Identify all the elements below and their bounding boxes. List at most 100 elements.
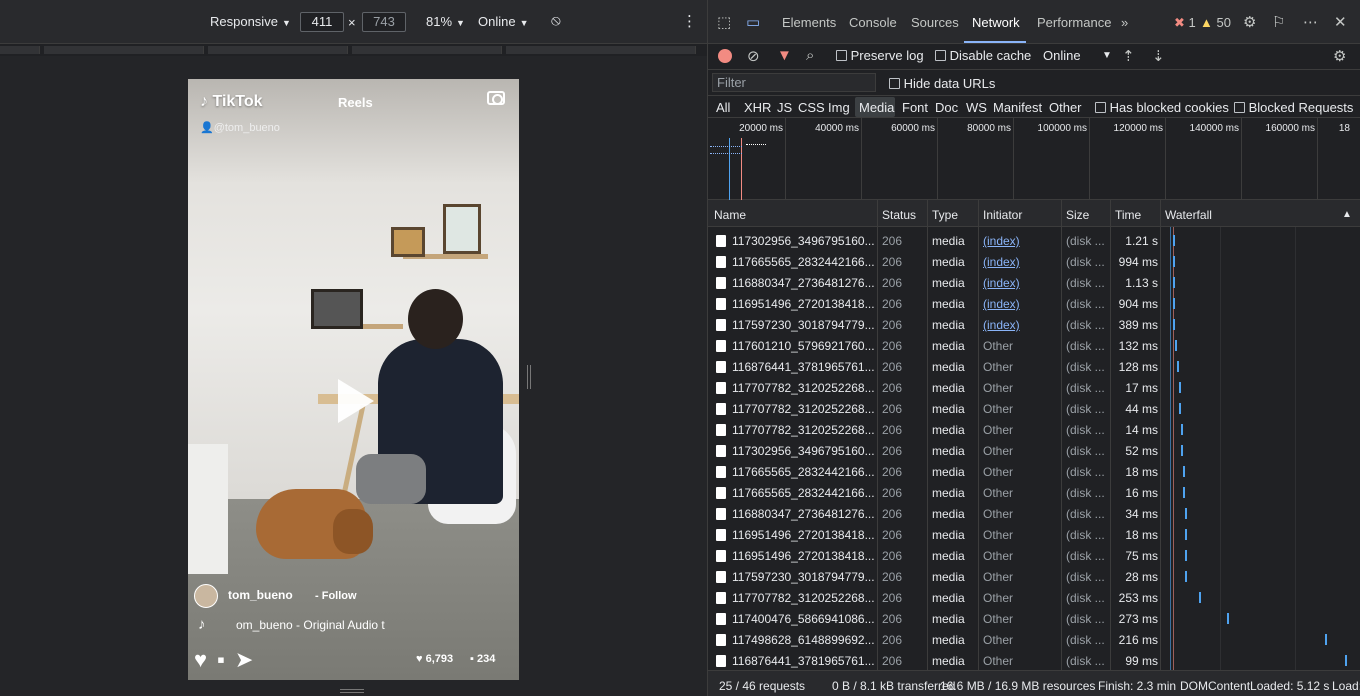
clear-icon[interactable]: ⊘	[747, 47, 760, 65]
avatar[interactable]	[194, 584, 218, 608]
request-initiator[interactable]: (index)	[983, 255, 1020, 269]
table-row[interactable]: 117707782_3120252268... 206 media Other (dis…	[708, 398, 1360, 419]
filter-js[interactable]: JS	[777, 100, 792, 115]
filter-ws[interactable]: WS	[966, 100, 987, 115]
height-input[interactable]: 743	[362, 12, 406, 32]
search-icon[interactable]: ⌕	[806, 47, 814, 64]
preserve-log-checkbox[interactable]: Preserve log	[836, 48, 924, 63]
play-icon[interactable]	[338, 379, 374, 423]
waterfall-bar	[1199, 592, 1202, 603]
hide-data-urls-checkbox[interactable]: Hide data URLs	[889, 76, 995, 91]
resize-handle-bottom[interactable]	[340, 689, 364, 693]
author-handle[interactable]: 👤@tom_bueno	[200, 121, 280, 134]
table-row[interactable]: 117597230_3018794779... 206 media Other (dis…	[708, 566, 1360, 587]
zoom-select[interactable]: 81% ▼	[426, 14, 465, 29]
request-initiator[interactable]: (index)	[983, 297, 1020, 311]
filter-doc[interactable]: Doc	[935, 100, 958, 115]
filter-media[interactable]: Media	[859, 100, 894, 115]
error-badge[interactable]: ✖ 1	[1174, 15, 1196, 31]
media-query-ruler[interactable]	[0, 44, 707, 56]
filter-icon[interactable]: ▼	[777, 47, 792, 64]
has-blocked-cookies-checkbox[interactable]: Has blocked cookies	[1095, 100, 1229, 115]
filter-other[interactable]: Other	[1049, 100, 1082, 115]
table-row[interactable]: 117665565_2832442166... 206 media Other (dis…	[708, 461, 1360, 482]
device-toolbar-icon[interactable]: ▭	[746, 13, 760, 31]
feedback-icon[interactable]: ⚐	[1272, 13, 1285, 31]
table-row[interactable]: 116951496_2720138418... 206 media Other (dis…	[708, 524, 1360, 545]
heart-icon[interactable]: ♥	[194, 647, 207, 672]
filter-all[interactable]: All	[716, 100, 730, 115]
tab-network[interactable]: Network	[972, 15, 1020, 30]
more-tabs-icon[interactable]: »	[1121, 15, 1128, 30]
follow-button[interactable]: - Follow	[315, 590, 357, 602]
filter-manifest[interactable]: Manifest	[993, 100, 1042, 115]
sort-ascending-icon[interactable]: ▲	[1342, 209, 1352, 220]
request-initiator[interactable]: (index)	[983, 234, 1020, 248]
width-input[interactable]: 411	[300, 12, 344, 32]
table-row[interactable]: 116880347_2736481276... 206 media (index) (d…	[708, 272, 1360, 293]
tab-sources[interactable]: Sources	[911, 15, 959, 30]
table-row[interactable]: 116951496_2720138418... 206 media (index) (d…	[708, 293, 1360, 314]
table-row[interactable]: 117302956_3496795160... 206 media (index) (d…	[708, 230, 1360, 251]
tiktok-reel-viewport[interactable]: ♪ TikTok Reels 👤@tom_bueno tom_bueno - F…	[188, 79, 519, 680]
table-row[interactable]: 117302956_3496795160... 206 media Other (dis…	[708, 440, 1360, 461]
rotate-icon[interactable]: ⦸	[551, 12, 561, 29]
more-options-icon[interactable]: ⋯	[1303, 13, 1318, 31]
request-size: (disk ...	[1066, 297, 1105, 311]
request-initiator: Other	[983, 423, 1014, 437]
tab-console[interactable]: Console	[849, 15, 897, 30]
table-row[interactable]: 117707782_3120252268... 206 media Other (dis…	[708, 587, 1360, 608]
waterfall-bar	[1182, 487, 1185, 498]
comment-icon[interactable]: ▪	[217, 647, 225, 672]
table-row[interactable]: 117601210_5796921760... 206 media Other (dis…	[708, 335, 1360, 356]
share-icon[interactable]: ➤	[235, 647, 253, 672]
table-row[interactable]: 117665565_2832442166... 206 media (index) (d…	[708, 251, 1360, 272]
tab-performance[interactable]: Performance	[1037, 15, 1111, 30]
filter-font[interactable]: Font	[902, 100, 928, 115]
blocked-requests-checkbox[interactable]: Blocked Requests	[1234, 100, 1353, 115]
tab-elements[interactable]: Elements	[782, 15, 836, 30]
gear-icon[interactable]: ⚙	[1243, 13, 1256, 31]
record-icon[interactable]	[718, 49, 732, 63]
table-row[interactable]: 116951496_2720138418... 206 media Other (dis…	[708, 545, 1360, 566]
inspect-element-icon[interactable]: ⬚	[717, 13, 731, 31]
column-header-initiator[interactable]: Initiator	[983, 208, 1022, 222]
close-icon[interactable]: ✕	[1334, 13, 1347, 31]
table-row[interactable]: 117400476_5866941086... 206 media Other (dis…	[708, 608, 1360, 629]
table-row[interactable]: 117597230_3018794779... 206 media (index) (d…	[708, 314, 1360, 335]
column-header-size[interactable]: Size	[1066, 208, 1089, 222]
table-row[interactable]: 116880347_2736481276... 206 media Other (dis…	[708, 503, 1360, 524]
export-har-icon[interactable]: ⇣	[1152, 47, 1165, 65]
filter-img[interactable]: Img	[828, 100, 850, 115]
column-header-name[interactable]: Name	[714, 208, 746, 222]
network-overview-timeline[interactable]: 20000 ms 40000 ms 60000 ms 80000 ms 1000…	[708, 118, 1360, 200]
audio-title[interactable]: om_bueno - Original Audio t	[236, 618, 385, 632]
import-har-icon[interactable]: ⇡	[1122, 47, 1135, 65]
filter-xhr[interactable]: XHR	[744, 100, 771, 115]
warning-badge[interactable]: ▲ 50	[1200, 15, 1231, 30]
network-settings-icon[interactable]: ⚙	[1333, 47, 1346, 65]
table-row[interactable]: 117498628_6148899692... 206 media Other (dis…	[708, 629, 1360, 650]
column-header-type[interactable]: Type	[932, 208, 958, 222]
column-header-status[interactable]: Status	[882, 208, 916, 222]
table-row[interactable]: 117707782_3120252268... 206 media Other (dis…	[708, 419, 1360, 440]
table-row[interactable]: 117707782_3120252268... 206 media Other (dis…	[708, 377, 1360, 398]
disable-cache-checkbox[interactable]: Disable cache	[935, 48, 1031, 63]
throttling-select[interactable]: Online ▼	[1043, 48, 1112, 63]
filter-input[interactable]: Filter	[712, 73, 876, 92]
throttle-select[interactable]: Online ▼	[478, 14, 529, 29]
tiktok-logo[interactable]: ♪ TikTok	[200, 93, 263, 111]
table-row[interactable]: 116876441_3781965761... 206 media Other (dis…	[708, 650, 1360, 670]
column-header-time[interactable]: Time	[1115, 208, 1141, 222]
filter-css[interactable]: CSS	[798, 100, 825, 115]
resize-handle-right[interactable]	[527, 365, 531, 389]
camera-icon[interactable]	[487, 91, 505, 105]
more-options-icon[interactable]: ⋮	[682, 12, 697, 30]
request-initiator[interactable]: (index)	[983, 318, 1020, 332]
column-header-waterfall[interactable]: Waterfall	[1165, 208, 1212, 222]
table-row[interactable]: 116876441_3781965761... 206 media Other (dis…	[708, 356, 1360, 377]
device-select[interactable]: Responsive ▼	[210, 14, 291, 29]
username-link[interactable]: tom_bueno	[228, 588, 293, 602]
request-initiator[interactable]: (index)	[983, 276, 1020, 290]
table-row[interactable]: 117665565_2832442166... 206 media Other (dis…	[708, 482, 1360, 503]
